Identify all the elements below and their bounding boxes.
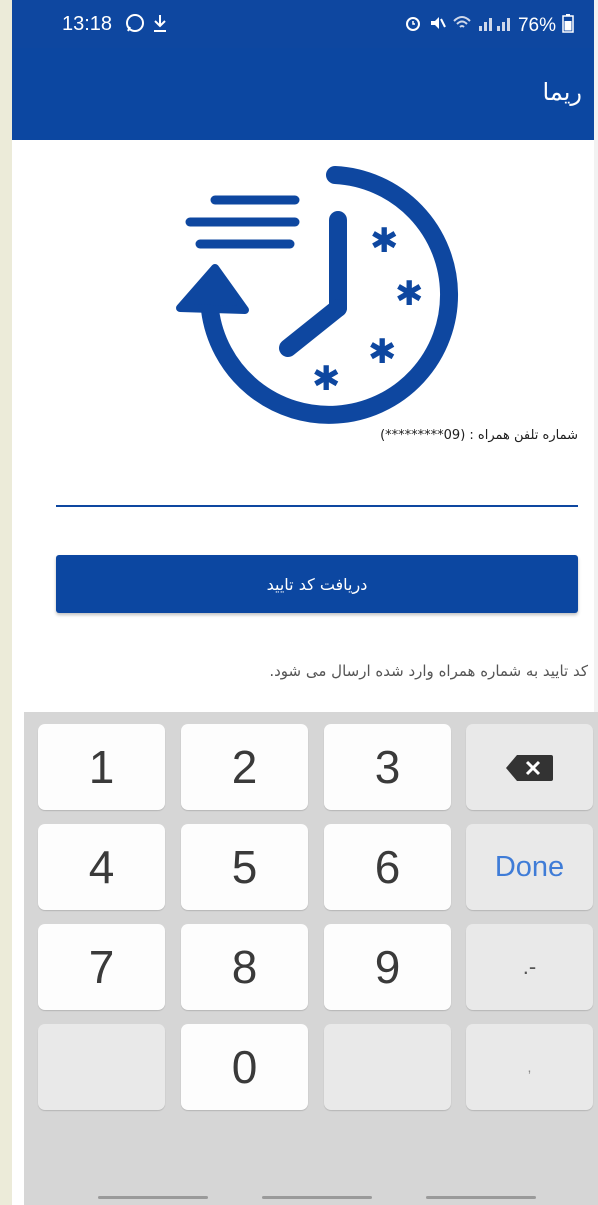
download-icon <box>152 12 168 38</box>
signal-icon <box>478 14 512 38</box>
done-key[interactable]: Done <box>466 824 593 910</box>
key-3[interactable]: 3 <box>324 724 451 810</box>
status-icons-left <box>124 12 168 38</box>
key-6[interactable]: 6 <box>324 824 451 910</box>
key-8[interactable]: 8 <box>181 924 308 1010</box>
whatsapp-icon <box>124 12 146 38</box>
app-bar: ریما <box>12 48 594 140</box>
backspace-key[interactable] <box>466 724 593 810</box>
wifi-icon <box>452 14 472 38</box>
nav-home[interactable] <box>262 1196 372 1199</box>
app-title: ریما <box>542 78 582 106</box>
empty-key-left <box>38 1024 165 1110</box>
key-2[interactable]: 2 <box>181 724 308 810</box>
key-7[interactable]: 7 <box>38 924 165 1010</box>
numeric-keyboard: 1 2 3 4 5 6 Done 7 8 9 .- 0 , <box>24 712 598 1205</box>
nav-recent[interactable] <box>98 1196 208 1199</box>
svg-text:✱: ✱ <box>395 274 424 314</box>
left-edge-strip <box>0 0 12 1205</box>
svg-text:✱: ✱ <box>370 221 399 261</box>
comma-key[interactable]: , <box>466 1024 593 1110</box>
svg-text:✱: ✱ <box>312 359 341 399</box>
status-icons-right: 76% <box>404 13 574 39</box>
backspace-icon <box>505 740 555 794</box>
key-0[interactable]: 0 <box>181 1024 308 1110</box>
symbols-key[interactable]: .- <box>466 924 593 1010</box>
nav-back[interactable] <box>426 1196 536 1199</box>
battery-percent: 76% <box>517 15 556 36</box>
status-time: 13:18 <box>62 13 113 35</box>
status-bar: 13:18 76% <box>12 0 594 48</box>
key-5[interactable]: 5 <box>181 824 308 910</box>
phone-input[interactable] <box>56 505 578 507</box>
key-4[interactable]: 4 <box>38 824 165 910</box>
empty-key-right <box>324 1024 451 1110</box>
battery-icon <box>562 13 574 39</box>
mute-icon <box>428 14 446 38</box>
get-code-button[interactable]: دریافت کد تایید <box>56 555 578 613</box>
hint-text: کد تایید به شماره همراه وارد شده ارسال م… <box>269 662 588 680</box>
phone-label: شماره تلفن همراه : (09*********) <box>380 428 578 443</box>
key-9[interactable]: 9 <box>324 924 451 1010</box>
clock-history-logo: ✱ ✱ ✱ ✱ <box>170 160 470 430</box>
key-1[interactable]: 1 <box>38 724 165 810</box>
alarm-icon <box>404 14 422 38</box>
svg-text:✱: ✱ <box>368 332 397 372</box>
